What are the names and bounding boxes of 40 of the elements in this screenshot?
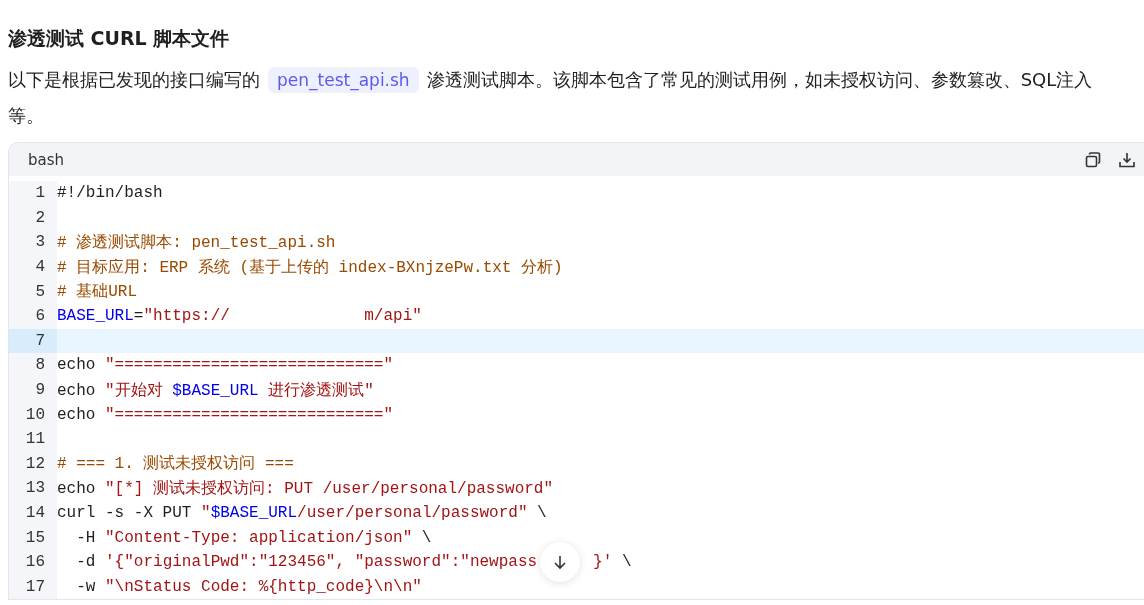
section-heading: 渗透测试 CURL 脚本文件 [8, 26, 231, 51]
line-number: 7 [9, 328, 57, 354]
line-number: 1 [9, 181, 57, 206]
code-line: echo "开始对 $BASE_URL 进行渗透测试" [57, 380, 374, 401]
code-line: -w "\nStatus Code: %{http_code}\n\n" [75, 577, 422, 596]
line-number: 8 [9, 353, 57, 378]
line-number: 16 [9, 549, 57, 575]
code-line: # === 1. 测试未授权访问 === [57, 453, 294, 475]
line-number: 4 [9, 254, 57, 280]
line-number: 13 [9, 476, 57, 501]
code-line: BASE_URL="https:// m/api" [57, 307, 422, 326]
code-line: echo "============================" [57, 405, 394, 424]
language-label: bash [28, 150, 65, 169]
line-number: 5 [9, 279, 57, 304]
intro-paragraph: 以下是根据已发现的接口编写的 pen_test_api.sh 渗透测试脚本。该脚本包含了常见的测试用例，如未授权访问、参数篡改、SQL注入等。 [8, 66, 1094, 128]
code-line: -d '{"originalPwd":"123456", "password":"newpass [75, 553, 538, 572]
line-number: 12 [9, 451, 57, 477]
line-number: 17 [9, 574, 57, 600]
code-line: -H "Content-Type: application/json" \ [75, 528, 432, 547]
download-icon[interactable] [1118, 150, 1136, 169]
line-number: 14 [9, 500, 57, 526]
code-line: curl -s -X PUT "$BASE_URL/user/personal/password" \ [57, 504, 547, 522]
inline-code: pen_test_api.sh [268, 67, 419, 93]
line-number: 10 [9, 402, 57, 427]
line-number: 2 [9, 205, 57, 231]
line-number: 3 [9, 230, 57, 255]
code-line: echo "============================" [57, 356, 394, 375]
line-number: 9 [9, 377, 57, 403]
copy-icon[interactable] [1084, 150, 1102, 169]
code-line: # 渗透测试脚本: pen_test_api.sh [57, 233, 336, 253]
code-line: # 基础URL [57, 282, 137, 303]
code-line: # 目标应用: ERP 系统 (基于上传的 index-BXnjzePw.txt 分析) [57, 257, 563, 278]
code-line: }' \ [593, 553, 632, 572]
line-number: 6 [9, 303, 57, 329]
scroll-down-button[interactable] [540, 542, 580, 582]
code-line: echo "[*] 测试未授权访问: PUT /user/personal/password" [57, 478, 554, 499]
code-line: #!/bin/bash [57, 184, 163, 203]
line-number: 15 [9, 525, 57, 550]
down-arrow-icon [552, 554, 568, 570]
line-number: 11 [9, 426, 57, 452]
